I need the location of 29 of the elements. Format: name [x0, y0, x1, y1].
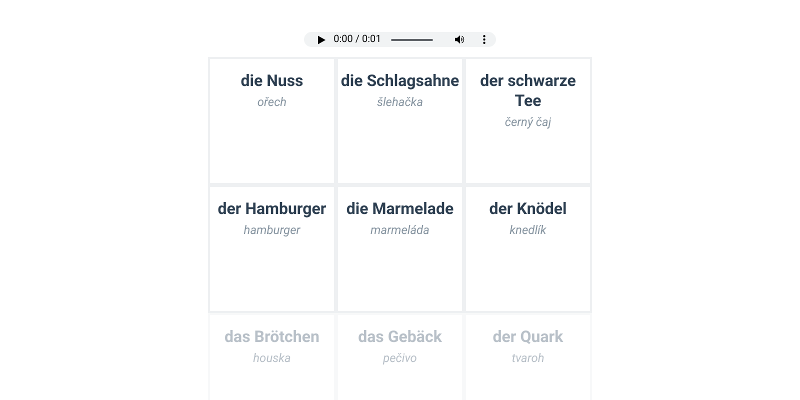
volume-icon[interactable]: [455, 34, 466, 45]
translation: černý čaj: [504, 114, 552, 131]
translation: hamburger: [244, 222, 300, 239]
time-display: 0:00 / 0:01: [334, 33, 382, 47]
german-word: das Brötchen: [224, 327, 320, 347]
german-word: die Schlagsahne: [340, 71, 460, 91]
play-icon[interactable]: [318, 34, 326, 44]
german-word: der Knödel: [489, 199, 567, 219]
translation: ořech: [257, 94, 287, 111]
translation: tvaroh: [512, 350, 544, 367]
german-word: die Nuss: [240, 71, 304, 91]
more-options-icon[interactable]: [483, 34, 486, 45]
german-word: die Marmelade: [346, 199, 454, 219]
word-card[interactable]: die Nuss ořech: [208, 57, 336, 185]
translation: houska: [253, 350, 291, 367]
german-word: der Quark: [492, 327, 564, 347]
translation: marmeláda: [370, 222, 430, 239]
german-word: das Gebäck: [358, 327, 442, 347]
translation: šlehačka: [376, 94, 424, 111]
word-card[interactable]: der Knödel knedlík: [464, 185, 592, 313]
translation: knedlík: [510, 222, 546, 239]
word-card[interactable]: die Schlagsahne šlehačka: [336, 57, 464, 185]
german-word: der schwarze Tee: [479, 71, 577, 111]
word-card[interactable]: der schwarze Tee černý čaj: [464, 57, 592, 185]
word-card[interactable]: der Hamburger hamburger: [208, 185, 336, 313]
word-card[interactable]: die Marmelade marmeláda: [336, 185, 464, 313]
german-word: der Hamburger: [218, 199, 326, 219]
audio-player[interactable]: 0:00 / 0:01: [304, 32, 496, 47]
translation: pečivo: [383, 350, 417, 367]
